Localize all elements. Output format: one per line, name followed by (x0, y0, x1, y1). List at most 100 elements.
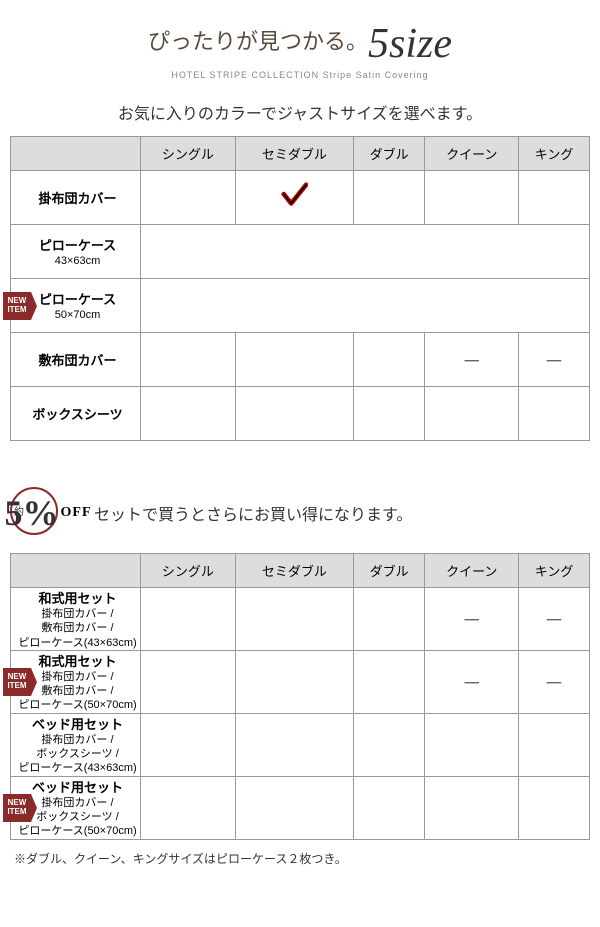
cell (141, 333, 236, 387)
row-label-sub: 43×63cm (15, 254, 140, 268)
col-single: シングル (141, 137, 236, 171)
intro-text: お気に入りのカラーでジャストサイズを選べます。 (10, 100, 590, 124)
row-label-sub: 敷布団カバー / (15, 621, 140, 635)
cell-merged (141, 225, 590, 279)
cell-merged (141, 279, 590, 333)
header-title: ぴったりが見つかる。5size (10, 20, 590, 68)
new-item-badge: NEW ITEM (3, 668, 31, 696)
col-semidouble: セミダブル (235, 554, 353, 588)
cell (141, 650, 236, 713)
cell-dash: － (425, 650, 519, 713)
row-label-text: 和式用セット (38, 654, 116, 669)
row-label-text: 掛布団カバー (38, 191, 116, 206)
cell-dash: － (425, 588, 519, 651)
row-label: ベッド用セット 掛布団カバー / ボックスシーツ / ピローケース(43×63c… (11, 713, 141, 776)
badge-item: ITEM (7, 306, 26, 315)
row-label-sub: ピローケース(43×63cm) (15, 636, 140, 650)
dash-icon: － (462, 673, 482, 695)
col-queen: クイーン (425, 137, 519, 171)
row-label-sub: 掛布団カバー / (15, 733, 140, 747)
row-label-sub: ピローケース(43×63cm) (15, 761, 140, 775)
dash-icon: － (544, 673, 564, 695)
row-label-text: ピローケース (39, 292, 116, 307)
table-row: 和式用セット 掛布団カバー / 敷布団カバー / ピローケース(43×63cm)… (11, 588, 590, 651)
cell (425, 713, 519, 776)
cell (519, 387, 590, 441)
table-row: ボックスシーツ (11, 387, 590, 441)
col-semidouble: セミダブル (235, 137, 353, 171)
row-label: NEW ITEM 和式用セット 掛布団カバー / 敷布団カバー / ピローケース… (11, 650, 141, 713)
cell (235, 588, 353, 651)
dash-icon: － (462, 610, 482, 632)
check-icon (280, 181, 308, 209)
col-double: ダブル (353, 137, 425, 171)
cell (353, 588, 425, 651)
footnote: ※ダブル、クイーン、キングサイズはピローケース２枚つき。 (10, 850, 590, 867)
cell (235, 713, 353, 776)
row-label: NEW ITEM ベッド用セット 掛布団カバー / ボックスシーツ / ピローケ… (11, 776, 141, 839)
cell (141, 387, 236, 441)
table-row: NEW ITEM ピローケース 50×70cm (11, 279, 590, 333)
row-label: 敷布団カバー (11, 333, 141, 387)
cell-dash: － (519, 650, 590, 713)
section-2: 約 5% OFF セットで買うとさらにお買い得になります。 シングル セミダブル… (10, 481, 590, 867)
cell (519, 776, 590, 839)
table-corner (11, 554, 141, 588)
row-label-sub: ピローケース(50×70cm) (15, 824, 140, 838)
dash-icon: － (544, 351, 564, 373)
cell (141, 776, 236, 839)
col-king: キング (519, 137, 590, 171)
cell (353, 171, 425, 225)
row-label: ピローケース 43×63cm (11, 225, 141, 279)
cell (353, 387, 425, 441)
cell (141, 171, 236, 225)
discount-pct: 5% (5, 492, 59, 534)
header-subtitle: HOTEL STRIPE COLLECTION Stripe Satin Cov… (10, 70, 590, 80)
table-row: NEW ITEM 和式用セット 掛布団カバー / 敷布団カバー / ピローケース… (11, 650, 590, 713)
discount-off: OFF (61, 505, 92, 521)
row-label-text: ベッド用セット (32, 717, 123, 732)
row-label-sub: ボックスシーツ / (15, 747, 140, 761)
cell (425, 171, 519, 225)
col-single: シングル (141, 554, 236, 588)
table-row: 掛布団カバー (11, 171, 590, 225)
row-label-text: ボックスシーツ (32, 407, 122, 422)
cell (235, 650, 353, 713)
size-table-2: シングル セミダブル ダブル クイーン キング 和式用セット 掛布団カバー / … (10, 553, 590, 840)
discount-badge: 約 5% OFF (10, 481, 86, 545)
table-row: 敷布団カバー － － (11, 333, 590, 387)
row-label: 掛布団カバー (11, 171, 141, 225)
row-label-text: ピローケース (39, 238, 116, 253)
col-double: ダブル (353, 554, 425, 588)
badge-item: ITEM (7, 808, 26, 817)
table-corner (11, 137, 141, 171)
table-row: ベッド用セット 掛布団カバー / ボックスシーツ / ピローケース(43×63c… (11, 713, 590, 776)
row-label-text: ベッド用セット (32, 780, 123, 795)
new-item-badge: NEW ITEM (3, 292, 31, 320)
cell (353, 713, 425, 776)
cell (235, 776, 353, 839)
col-queen: クイーン (425, 554, 519, 588)
cell (141, 713, 236, 776)
row-label-sub: 掛布団カバー / (15, 607, 140, 621)
cell-dash: － (519, 333, 590, 387)
row-label-text: 敷布団カバー (38, 353, 116, 368)
badge-item: ITEM (7, 682, 26, 691)
cell (425, 776, 519, 839)
row-label: NEW ITEM ピローケース 50×70cm (11, 279, 141, 333)
cell-dash: － (425, 333, 519, 387)
row-label-sub: ピローケース(50×70cm) (15, 698, 140, 712)
row-label-text: 和式用セット (38, 591, 116, 606)
cell (353, 333, 425, 387)
section-2-text: セットで買うとさらにお買い得になります。 (94, 501, 412, 525)
section-2-header: 約 5% OFF セットで買うとさらにお買い得になります。 (10, 481, 590, 545)
cell (425, 387, 519, 441)
size-table-1: シングル セミダブル ダブル クイーン キング 掛布団カバー ピローケース 43… (10, 136, 590, 441)
cell-dash: － (519, 588, 590, 651)
cell (353, 650, 425, 713)
page-header: ぴったりが見つかる。5size HOTEL STRIPE COLLECTION … (10, 20, 590, 80)
dash-icon: － (462, 351, 482, 373)
cell (519, 713, 590, 776)
table-row: NEW ITEM ベッド用セット 掛布団カバー / ボックスシーツ / ピローケ… (11, 776, 590, 839)
cell (235, 387, 353, 441)
